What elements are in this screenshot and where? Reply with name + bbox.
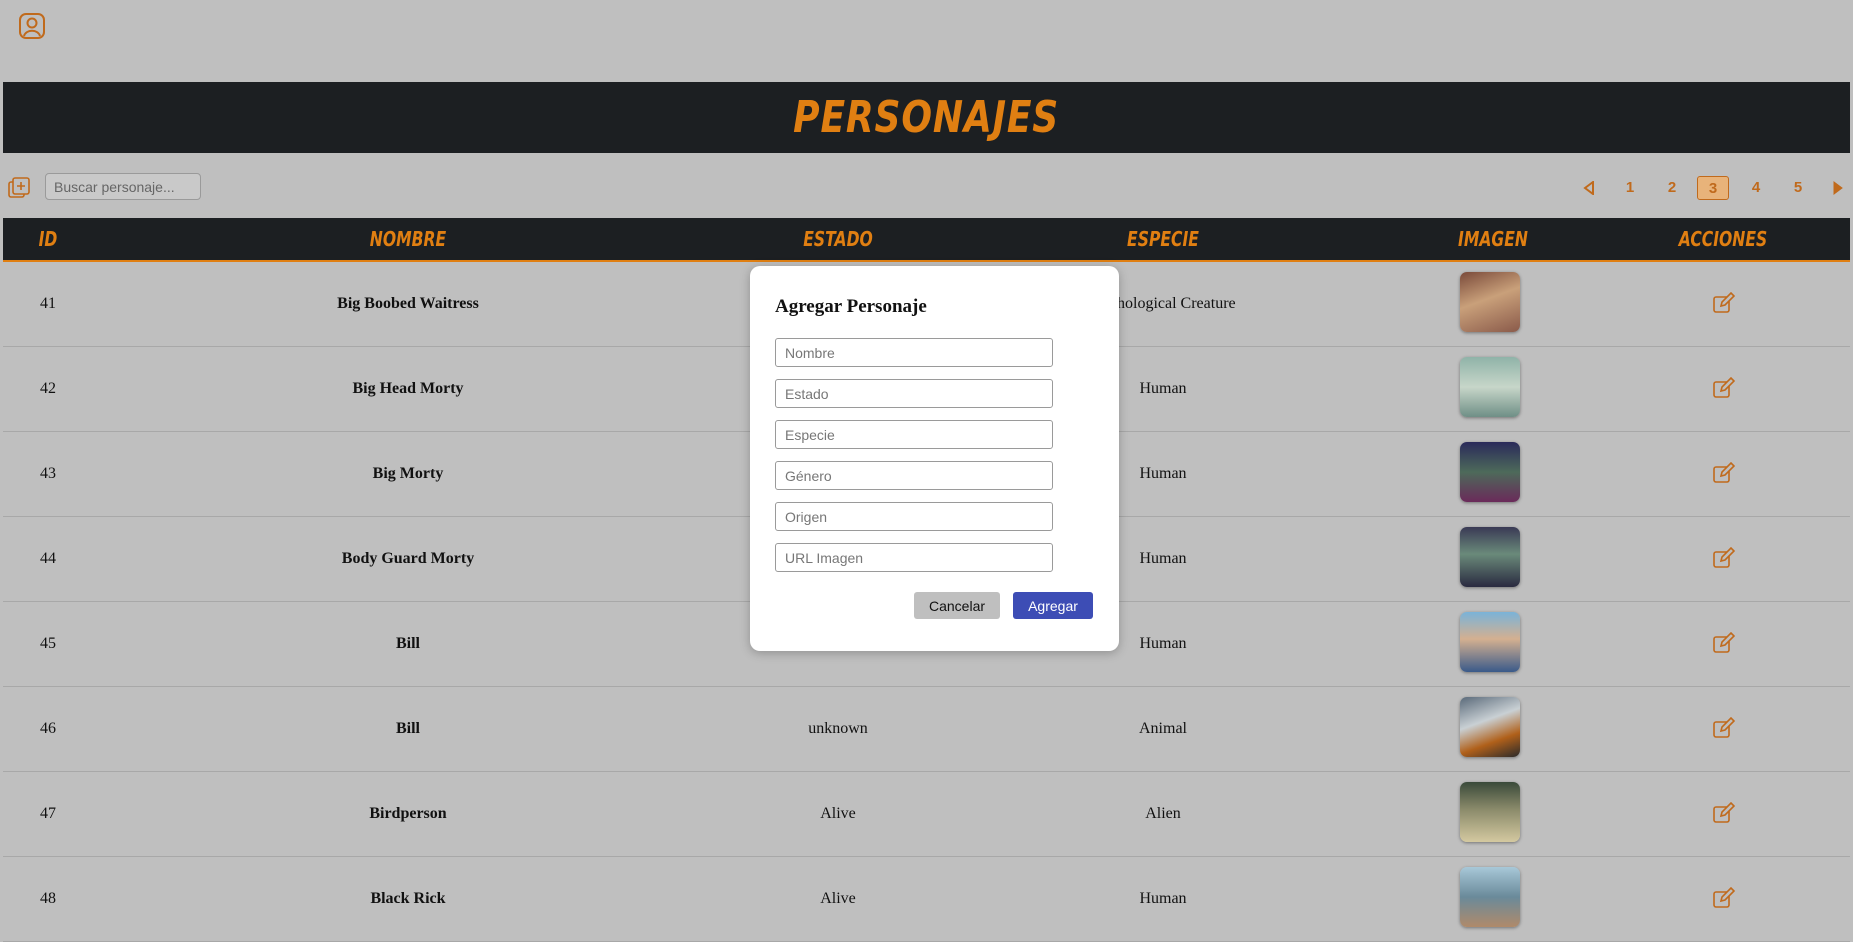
cell-id: 43 [40,465,56,482]
species-field[interactable] [775,420,1053,449]
page-5-button[interactable]: 5 [1789,176,1807,200]
cell-id: 44 [40,550,56,567]
cell-name: Big Morty [372,465,444,482]
edit-icon[interactable] [1713,291,1736,314]
page-banner: PERSONAJES [3,82,1850,153]
previous-page-icon[interactable] [1578,176,1600,200]
cancel-button[interactable]: Cancelar [914,592,1000,619]
cell-name: Bill [395,720,420,737]
name-field[interactable] [775,338,1053,367]
add-button[interactable]: Agregar [1013,592,1093,619]
page-4-button[interactable]: 4 [1747,176,1765,200]
edit-icon[interactable] [1713,801,1736,824]
column-header-id[interactable]: ID [21,218,76,260]
cell-species: Animal [1139,720,1187,737]
origin-field[interactable] [775,502,1053,531]
cell-id: 45 [40,635,56,652]
next-page-icon[interactable] [1829,176,1847,200]
cell-id: 46 [40,720,56,737]
character-image [1460,357,1520,417]
table-row: 47 Birdperson Alive Alien [3,772,1850,857]
table-row: 46 Bill unknown Animal [3,687,1850,772]
image-url-field[interactable] [775,543,1053,572]
cell-species: Human [1139,890,1187,907]
edit-icon[interactable] [1713,376,1736,399]
page-2-button[interactable]: 2 [1663,176,1681,200]
cell-name: Body Guard Morty [341,550,475,567]
modal-title: Agregar Personaje [775,296,927,317]
cell-id: 48 [40,890,56,907]
page-1-button[interactable]: 1 [1621,176,1639,200]
character-image [1460,867,1520,927]
cell-name: Bill [395,635,420,652]
status-field[interactable] [775,379,1053,408]
table-header: ID NOMBRE ESTADO ESPECIE IMAGEN ACCIONES [3,218,1850,262]
character-image [1460,272,1520,332]
character-image [1460,697,1520,757]
search-input[interactable] [45,173,201,200]
page-3-button[interactable]: 3 [1697,176,1729,200]
cell-id: 42 [40,380,56,397]
cell-name: Birdperson [369,805,447,822]
cell-species: Alien [1145,805,1181,822]
column-header-image[interactable]: IMAGEN [1431,218,1556,260]
edit-icon[interactable] [1713,716,1736,739]
cell-name: Big Head Morty [352,380,464,397]
cell-name: Big Boobed Waitress [337,295,479,312]
page-title: PERSONAJES [793,92,1060,143]
column-header-species[interactable]: ESPECIE [1038,218,1288,260]
character-image [1460,442,1520,502]
edit-icon[interactable] [1713,461,1736,484]
cell-name: Black Rick [370,890,446,907]
cell-status: Alive [820,805,856,822]
character-image [1460,527,1520,587]
user-profile-icon[interactable] [16,10,48,42]
table-row: 48 Black Rick Alive Human [3,857,1850,942]
column-header-status[interactable]: ESTADO [717,218,959,260]
cell-status: unknown [808,720,868,737]
column-header-name[interactable]: NOMBRE [272,218,545,260]
character-image [1460,782,1520,842]
cell-status: Alive [820,890,856,907]
edit-icon[interactable] [1713,631,1736,654]
add-character-modal: Agregar Personaje Cancelar Agregar [750,266,1119,651]
edit-icon[interactable] [1713,546,1736,569]
edit-icon[interactable] [1713,886,1736,909]
cell-id: 41 [40,295,56,312]
toolbar: 1 2 3 4 5 [0,170,1853,206]
cell-id: 47 [40,805,56,822]
gender-field[interactable] [775,461,1053,490]
add-character-icon[interactable] [8,177,30,199]
column-header-actions[interactable]: ACCIONES [1645,218,1801,260]
character-image [1460,612,1520,672]
pagination: 1 2 3 4 5 [1578,174,1848,202]
